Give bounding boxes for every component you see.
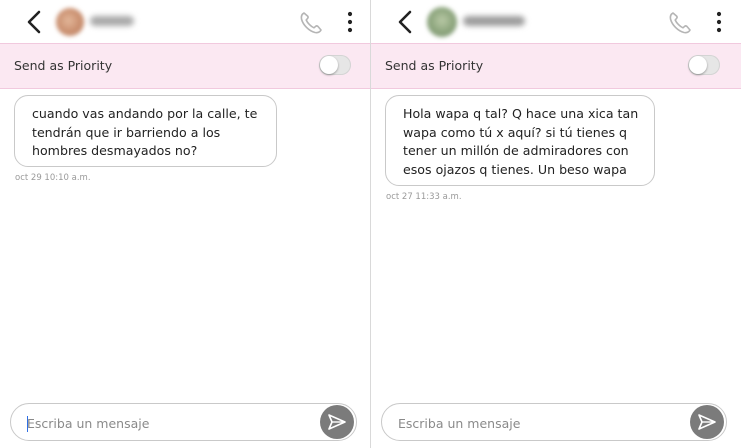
send-button[interactable] — [690, 405, 724, 439]
message-line: esos ojazos q tienes. Un beso wapa — [403, 161, 627, 177]
toggle-knob — [689, 56, 707, 74]
message-composer[interactable] — [10, 403, 357, 441]
phone-icon — [669, 12, 691, 34]
priority-toggle[interactable] — [319, 55, 351, 75]
chevron-left-icon — [27, 10, 41, 34]
chat-panel-left: Send as Priority cuando vas andando por … — [0, 0, 370, 448]
more-options-button[interactable] — [714, 11, 724, 33]
back-button[interactable] — [22, 9, 46, 35]
priority-label: Send as Priority — [14, 58, 113, 73]
message-line: wapa como tú x aquí? si tú tienes q — [403, 124, 628, 140]
priority-toggle[interactable] — [688, 55, 720, 75]
message-line: tendrán que ir barriendo a los — [32, 124, 221, 140]
call-button[interactable] — [667, 10, 693, 36]
screenshot-pair: Send as Priority cuando vas andando por … — [0, 0, 742, 448]
more-options-button[interactable] — [345, 11, 355, 33]
chat-header — [0, 0, 370, 43]
message-input[interactable] — [398, 413, 648, 433]
contact-name-blurred[interactable] — [90, 16, 134, 26]
message-input[interactable] — [27, 413, 277, 433]
paper-plane-icon — [328, 414, 346, 430]
message-timestamp: oct 29 10:10 a.m. — [15, 173, 91, 183]
contact-avatar[interactable] — [56, 8, 84, 36]
toggle-knob — [320, 56, 338, 74]
message-bubble: Hola wapa q tal? Q hace una xica tan wap… — [385, 95, 655, 186]
message-bubble: cuando vas andando por la calle, te tend… — [14, 95, 277, 167]
message-composer[interactable] — [381, 403, 727, 441]
chevron-left-icon — [398, 10, 412, 34]
phone-icon — [300, 12, 322, 34]
more-vertical-icon — [716, 11, 722, 33]
contact-avatar[interactable] — [427, 7, 457, 37]
message-timestamp: oct 27 11:33 a.m. — [386, 192, 462, 202]
priority-bar: Send as Priority — [0, 43, 370, 89]
call-button[interactable] — [298, 10, 324, 36]
contact-name-blurred[interactable] — [463, 16, 525, 26]
send-button[interactable] — [320, 405, 354, 439]
back-button[interactable] — [393, 9, 417, 35]
message-line: hombres desmayados no? — [32, 143, 198, 158]
message-line: Hola wapa q tal? Q hace una xica tan — [403, 106, 639, 121]
chat-header — [371, 0, 741, 43]
more-vertical-icon — [347, 11, 353, 33]
paper-plane-icon — [698, 414, 716, 430]
message-line: cuando vas andando por la calle, te — [32, 106, 258, 121]
chat-panel-right: Send as Priority Hola wapa q tal? Q hace… — [370, 0, 741, 448]
text-cursor — [27, 416, 28, 432]
priority-label: Send as Priority — [385, 58, 484, 73]
priority-bar: Send as Priority — [371, 43, 741, 89]
message-line: tener un millón de admiradores con — [403, 143, 629, 158]
